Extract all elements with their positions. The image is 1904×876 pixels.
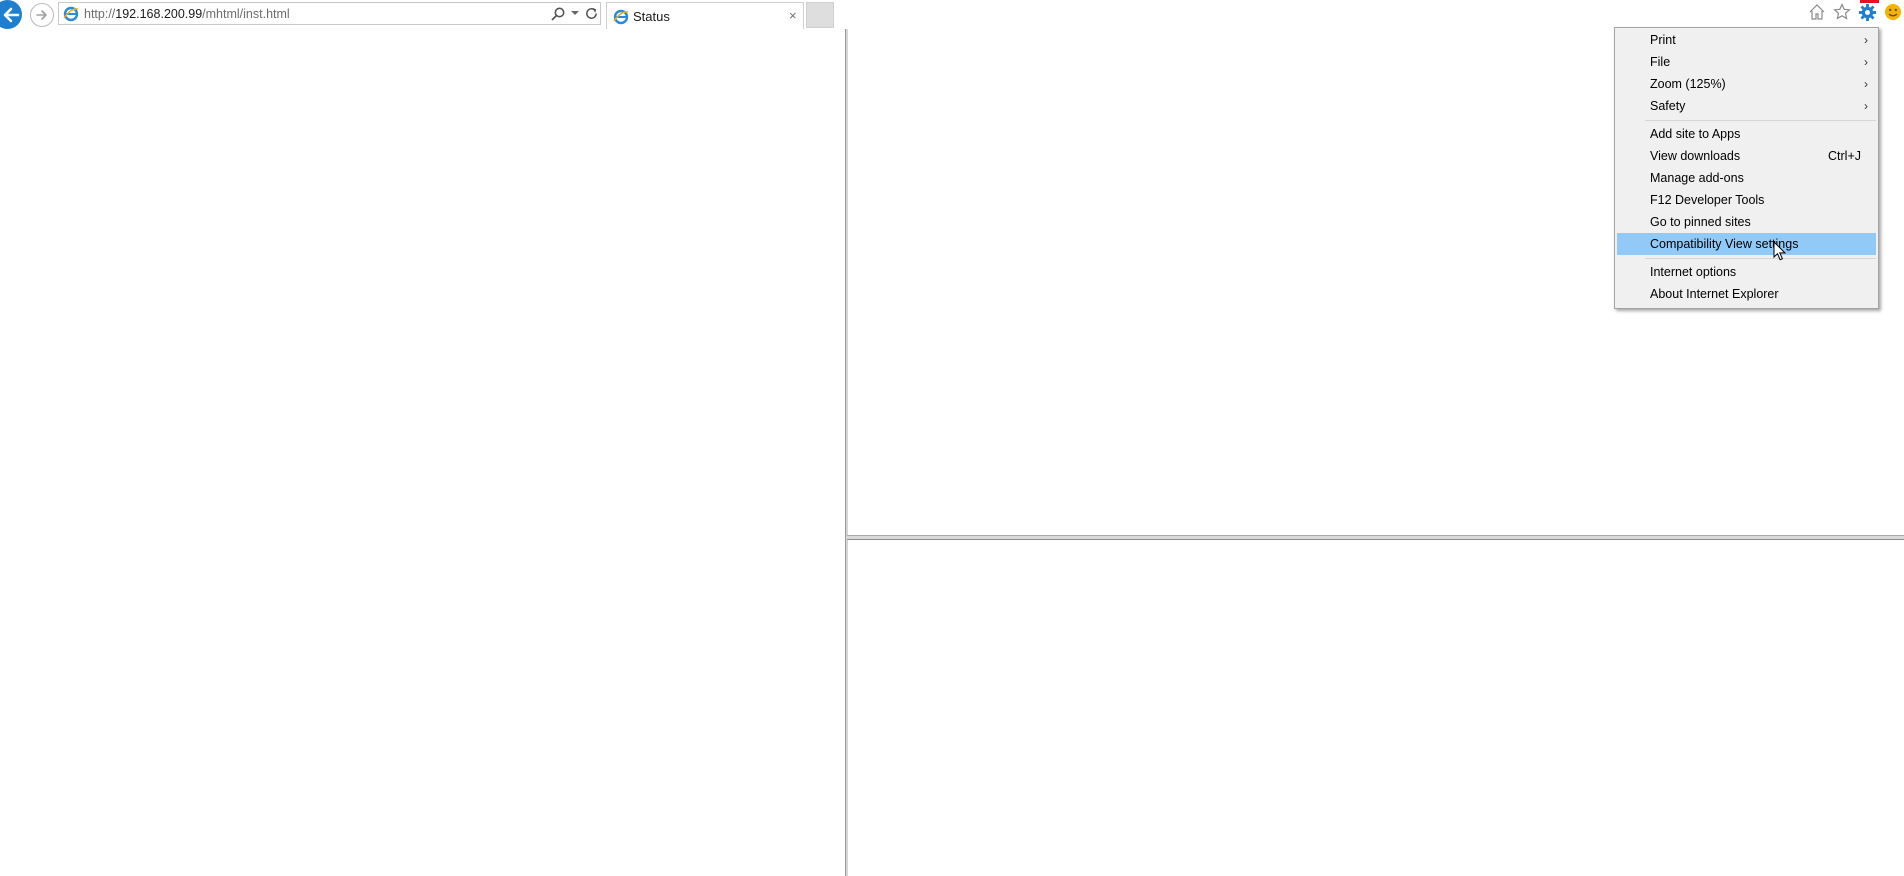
ie-logo-icon xyxy=(63,6,79,22)
menu-item-zoom[interactable]: Zoom (125%) › xyxy=(1617,73,1876,95)
address-bar[interactable]: http://192.168.200.99/mhtml/inst.html xyxy=(58,2,601,25)
favorites-star-icon[interactable] xyxy=(1833,3,1851,21)
new-tab-button[interactable] xyxy=(806,2,834,28)
dropdown-icon[interactable] xyxy=(570,8,580,18)
menu-separator xyxy=(1645,120,1876,121)
refresh-icon[interactable] xyxy=(584,6,599,21)
tools-gear-icon[interactable] xyxy=(1858,3,1877,22)
tab-close-button[interactable]: × xyxy=(789,8,797,23)
forward-arrow-icon xyxy=(36,10,47,20)
tools-menu: Print › File › Zoom (125%) › Safety › Ad… xyxy=(1614,27,1879,309)
address-url[interactable]: http://192.168.200.99/mhtml/inst.html xyxy=(84,7,290,21)
menu-item-go-to-pinned-sites[interactable]: Go to pinned sites xyxy=(1617,211,1876,233)
submenu-arrow-icon: › xyxy=(1864,55,1868,69)
home-icon[interactable] xyxy=(1808,3,1826,21)
search-icon[interactable] xyxy=(550,6,566,22)
submenu-arrow-icon: › xyxy=(1864,77,1868,91)
browser-toolbar: http://192.168.200.99/mhtml/inst.html St… xyxy=(0,0,1904,29)
menu-separator xyxy=(1645,258,1876,259)
shortcut-label: Ctrl+J xyxy=(1828,149,1861,163)
bottom-right-frame xyxy=(848,540,1904,876)
menu-item-f12-developer-tools[interactable]: F12 Developer Tools xyxy=(1617,189,1876,211)
tab-title: Status xyxy=(633,9,670,24)
menu-item-file[interactable]: File › xyxy=(1617,51,1876,73)
menu-item-add-site-to-apps[interactable]: Add site to Apps xyxy=(1617,123,1876,145)
tab-status[interactable]: Status × xyxy=(606,2,804,29)
feedback-smiley-icon[interactable] xyxy=(1884,3,1902,21)
menu-item-safety[interactable]: Safety › xyxy=(1617,95,1876,117)
forward-button[interactable] xyxy=(30,3,54,27)
menu-item-compatibility-view-settings[interactable]: Compatibility View settings xyxy=(1617,233,1876,255)
mouse-cursor-icon xyxy=(1773,241,1786,261)
menu-item-internet-options[interactable]: Internet options xyxy=(1617,261,1876,283)
submenu-arrow-icon: › xyxy=(1864,33,1868,47)
ie-logo-icon xyxy=(613,9,629,25)
back-arrow-icon xyxy=(3,7,19,22)
menu-item-about-internet-explorer[interactable]: About Internet Explorer xyxy=(1617,283,1876,305)
menu-item-manage-add-ons[interactable]: Manage add-ons xyxy=(1617,167,1876,189)
left-frame xyxy=(0,29,845,876)
back-button[interactable] xyxy=(0,0,22,29)
menu-item-view-downloads[interactable]: View downloads Ctrl+J xyxy=(1617,145,1876,167)
submenu-arrow-icon: › xyxy=(1864,99,1868,113)
menu-item-print[interactable]: Print › xyxy=(1617,29,1876,51)
